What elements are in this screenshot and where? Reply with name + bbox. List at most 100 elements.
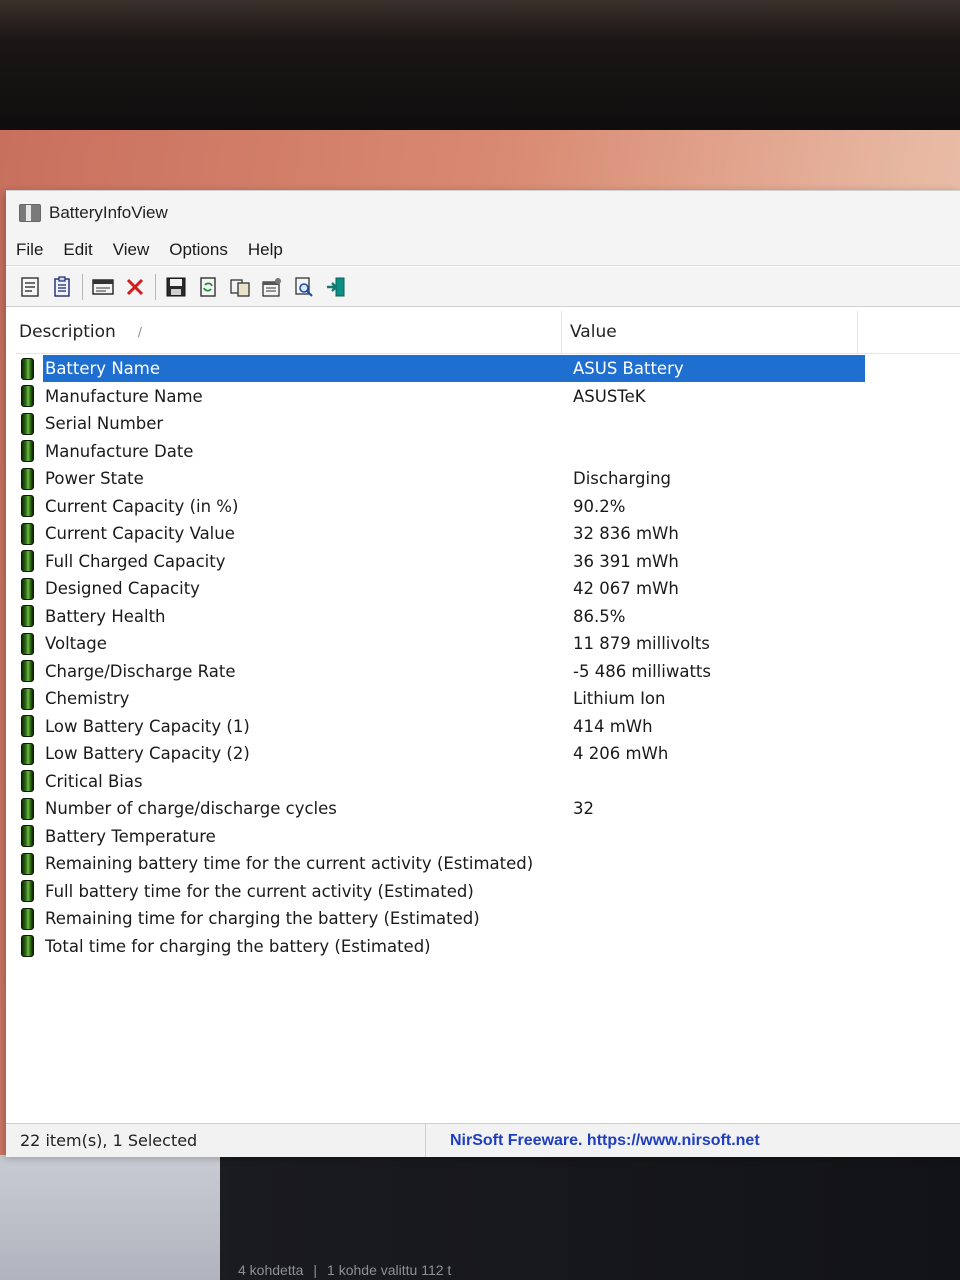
- table-row[interactable]: Number of charge/discharge cycles 32: [16, 795, 960, 823]
- row-description: Charge/Discharge Rate: [45, 661, 236, 681]
- table-row[interactable]: Charge/Discharge Rate -5 486 milliwatts: [16, 658, 960, 686]
- table-row[interactable]: Serial Number: [16, 410, 960, 438]
- table-row[interactable]: Full battery time for the current activi…: [16, 878, 960, 906]
- table-row[interactable]: Power State Discharging: [16, 465, 960, 493]
- table-row[interactable]: Battery Temperature: [16, 823, 960, 851]
- row-value: 32 836 mWh: [573, 524, 679, 544]
- row-value: Discharging: [573, 469, 672, 489]
- battery-icon: [21, 605, 34, 628]
- options-icon: [262, 277, 281, 297]
- battery-icon: [21, 715, 34, 738]
- row-value: 32: [573, 799, 594, 819]
- row-description: Full Charged Capacity: [45, 551, 226, 571]
- column-value-label: Value: [570, 322, 617, 342]
- battery-icon: [21, 687, 34, 710]
- row-description: Designed Capacity: [45, 579, 200, 599]
- row-value: ASUSTeK: [573, 386, 646, 406]
- row-value: 36 391 mWh: [573, 551, 679, 571]
- save-button[interactable]: [162, 273, 190, 301]
- table-row[interactable]: Low Battery Capacity (2) 4 206 mWh: [16, 740, 960, 768]
- window-title: BatteryInfoView: [49, 203, 168, 222]
- table-row[interactable]: Remaining battery time for the current a…: [16, 850, 960, 878]
- exit-button[interactable]: [322, 273, 350, 301]
- battery-icon: [21, 550, 34, 573]
- row-value: 42 067 mWh: [573, 579, 679, 599]
- table-row[interactable]: Battery Name ASUS Battery: [16, 355, 960, 383]
- row-description: Serial Number: [45, 414, 164, 434]
- options-button[interactable]: [258, 273, 286, 301]
- explorer-selection-info: 1 kohde valittu 112 t: [327, 1262, 452, 1278]
- batteryinfoview-window: BatteryInfoView File Edit View Options H…: [6, 190, 960, 1157]
- column-description-label: Description: [19, 322, 116, 342]
- table-row[interactable]: Chemistry Lithium Ion: [16, 685, 960, 713]
- background-window-panel: [0, 1155, 220, 1280]
- row-value: 86.5%: [573, 606, 626, 626]
- row-description: Manufacture Date: [45, 441, 194, 461]
- row-description: Current Capacity Value: [45, 524, 235, 544]
- battery-icon: [21, 412, 34, 435]
- menu-file[interactable]: File: [6, 240, 53, 260]
- battery-app-icon: [19, 204, 41, 222]
- refresh-button[interactable]: [194, 273, 222, 301]
- properties-button[interactable]: [16, 273, 44, 301]
- toolbar-separator: [155, 273, 156, 300]
- table-row[interactable]: Manufacture Name ASUSTeK: [16, 383, 960, 411]
- battery-icon: [21, 935, 34, 958]
- battery-icon: [21, 660, 34, 683]
- row-description: Full battery time for the current activi…: [45, 881, 474, 901]
- table-row[interactable]: Voltage 11 879 millivolts: [16, 630, 960, 658]
- menu-help[interactable]: Help: [238, 240, 293, 260]
- properties-icon: [21, 276, 39, 297]
- table-row[interactable]: Current Capacity (in %) 90.2%: [16, 493, 960, 521]
- battery-icon: [21, 770, 34, 793]
- battery-info-list[interactable]: Description / Value Battery Name ASUS Bat…: [16, 311, 960, 1121]
- battery-icon: [21, 797, 34, 820]
- table-row[interactable]: Designed Capacity 42 067 mWh: [16, 575, 960, 603]
- table-row[interactable]: Battery Health 86.5%: [16, 603, 960, 631]
- find-button[interactable]: [290, 273, 318, 301]
- monitor-bezel: [0, 0, 960, 135]
- html-report-button[interactable]: [89, 273, 117, 301]
- table-row[interactable]: Total time for charging the battery (Est…: [16, 933, 960, 961]
- status-item-count: 22 item(s), 1 Selected: [6, 1124, 426, 1157]
- menu-view[interactable]: View: [103, 240, 160, 260]
- battery-icon: [21, 577, 34, 600]
- battery-icon: [21, 385, 34, 408]
- battery-icon: [21, 522, 34, 545]
- table-row[interactable]: Low Battery Capacity (1) 414 mWh: [16, 713, 960, 741]
- row-description: Number of charge/discharge cycles: [45, 799, 337, 819]
- table-row[interactable]: Manufacture Date: [16, 438, 960, 466]
- title-bar[interactable]: BatteryInfoView: [6, 191, 960, 235]
- row-value: 90.2%: [573, 496, 626, 516]
- report-button[interactable]: [48, 273, 76, 301]
- row-description: Remaining time for charging the battery …: [45, 909, 480, 929]
- list-rows: Battery Name ASUS Battery Manufacture Name…: [16, 355, 960, 960]
- battery-icon: [21, 880, 34, 903]
- column-header-description[interactable]: Description /: [16, 311, 562, 353]
- nirsoft-link[interactable]: NirSoft Freeware. https://www.nirsoft.ne…: [426, 1132, 760, 1150]
- table-row[interactable]: Current Capacity Value 32 836 mWh: [16, 520, 960, 548]
- row-description: Total time for charging the battery (Est…: [45, 936, 431, 956]
- row-description: Voltage: [45, 634, 107, 654]
- row-description: Battery Temperature: [45, 826, 216, 846]
- sort-ascending-icon: /: [137, 325, 142, 339]
- explorer-item-count: 4 kohdetta: [238, 1262, 304, 1278]
- row-description: Low Battery Capacity (2): [45, 744, 250, 764]
- delete-button[interactable]: [121, 273, 149, 301]
- battery-icon: [21, 467, 34, 490]
- explorer-status-separator: |: [313, 1262, 318, 1278]
- find-icon: [295, 276, 313, 297]
- row-value: -5 486 milliwatts: [573, 661, 711, 681]
- row-description: Battery Health: [45, 606, 166, 626]
- list-header: Description / Value: [16, 311, 960, 354]
- column-header-value[interactable]: Value: [562, 311, 858, 353]
- menu-options[interactable]: Options: [159, 240, 238, 260]
- battery-icon: [21, 852, 34, 875]
- table-row[interactable]: Full Charged Capacity 36 391 mWh: [16, 548, 960, 576]
- table-row[interactable]: Critical Bias: [16, 768, 960, 796]
- menu-edit[interactable]: Edit: [53, 240, 102, 260]
- html-report-icon: [92, 278, 114, 295]
- table-row[interactable]: Remaining time for charging the battery …: [16, 905, 960, 933]
- copy-button[interactable]: [226, 273, 254, 301]
- battery-icon: [21, 742, 34, 765]
